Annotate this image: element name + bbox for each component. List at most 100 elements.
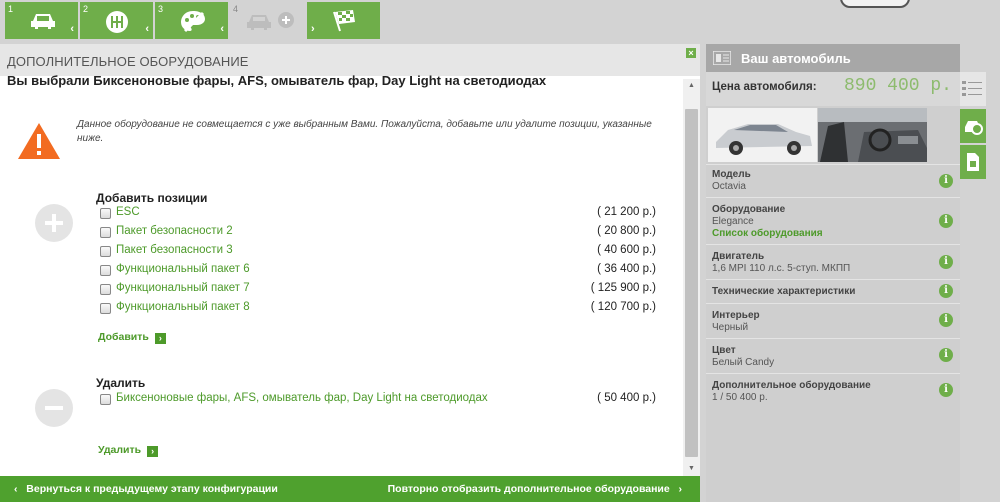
selected-equipment-text: Вы выбрали Биксеноновые фары, AFS, омыва…: [7, 73, 547, 88]
spec-value: Белый Candy: [712, 357, 775, 368]
scroll-up-icon[interactable]: ▲: [683, 79, 700, 93]
step-tab-2[interactable]: 2 ‹: [80, 2, 153, 39]
spec-key: Модель: [712, 169, 751, 180]
add-plus-icon: [35, 204, 73, 242]
scrollbar[interactable]: ▲ ▼: [683, 79, 700, 476]
top-pill-button[interactable]: [840, 0, 910, 8]
spec-value: 1 / 50 400 р.: [712, 392, 768, 403]
info-icon[interactable]: i: [939, 174, 953, 188]
info-icon[interactable]: i: [939, 383, 953, 397]
chevron-left-icon: ‹: [14, 483, 18, 495]
chevron-left-icon: ‹: [220, 23, 224, 35]
option-label[interactable]: Функциональный пакет 8: [116, 301, 250, 313]
info-icon[interactable]: i: [939, 348, 953, 362]
option-price: ( 20 800 р.): [597, 225, 656, 237]
close-icon[interactable]: ×: [686, 48, 696, 58]
option-price: ( 50 400 р.): [597, 392, 656, 404]
add-option-row[interactable]: Функциональный пакет 6 ( 36 400 р.): [100, 263, 660, 279]
spec-key: Дополнительное оборудование: [712, 380, 871, 391]
info-icon[interactable]: i: [939, 284, 953, 298]
spec-value: Черный: [712, 322, 749, 333]
step-tab-1[interactable]: 1 ‹: [5, 2, 78, 39]
summary-list-button[interactable]: [960, 72, 986, 106]
option-price: ( 40 600 р.): [597, 244, 656, 256]
step-tab-5[interactable]: ›: [307, 2, 380, 39]
car-exterior-image[interactable]: [708, 108, 817, 162]
equipment-conflict-panel: ДОПОЛНИТЕЛЬНОЕ ОБОРУДОВАНИЕ × Вы выбрали…: [0, 44, 700, 476]
option-checkbox[interactable]: [100, 227, 111, 238]
option-label[interactable]: Пакет безопасности 3: [116, 244, 233, 256]
panel-header: ДОПОЛНИТЕЛЬНОЕ ОБОРУДОВАНИЕ ×: [0, 44, 700, 76]
equipment-list-link[interactable]: Список оборудования: [712, 228, 823, 239]
car-interior-image[interactable]: [818, 108, 927, 162]
info-icon[interactable]: i: [939, 255, 953, 269]
add-option-row[interactable]: Функциональный пакет 8 ( 120 700 р.): [100, 301, 660, 317]
option-price: ( 21 200 р.): [597, 206, 656, 218]
spec-engine: Двигатель 1,6 MPI 110 л.с. 5-ступ. МКПП …: [706, 244, 960, 279]
option-checkbox[interactable]: [100, 394, 111, 405]
add-button[interactable]: Добавить ›: [98, 331, 166, 344]
option-label[interactable]: ESC: [116, 206, 140, 218]
spec-model: Модель Octavia i: [706, 164, 960, 197]
conflict-warning-text: Данное оборудование не совмещается с уже…: [77, 119, 652, 144]
option-label[interactable]: Биксеноновые фары, AFS, омыватель фар, D…: [116, 392, 488, 404]
step-tab-4: 4: [230, 2, 303, 39]
spec-key: Цвет: [712, 345, 736, 356]
add-section-title: Добавить позиции: [96, 191, 208, 205]
scrollbar-thumb[interactable]: [685, 109, 698, 457]
step-tab-3[interactable]: 3 ‹: [155, 2, 228, 39]
back-button-label: Вернуться к предыдущему этапу конфигурац…: [26, 483, 278, 495]
spec-key: Интерьер: [712, 310, 760, 321]
spec-key: Оборудование: [712, 204, 786, 215]
option-label[interactable]: Пакет безопасности 2: [116, 225, 233, 237]
option-price: ( 36 400 р.): [597, 263, 656, 275]
step-number: 4: [233, 4, 239, 14]
scroll-down-icon[interactable]: ▼: [683, 462, 700, 476]
option-checkbox[interactable]: [100, 208, 111, 219]
gearbox-icon: [104, 9, 130, 40]
checkered-flag-icon: [331, 9, 357, 38]
option-checkbox[interactable]: [100, 303, 111, 314]
spec-extra-equipment: Дополнительное оборудование 1 / 50 400 р…: [706, 373, 960, 408]
sidebar-header: Ваш автомобиль: [706, 44, 960, 72]
step-number: 2: [83, 4, 89, 14]
forward-button[interactable]: Повторно отобразить дополнительное обору…: [388, 483, 682, 495]
step-number: 1: [8, 4, 14, 14]
chevron-right-icon: ›: [678, 483, 683, 495]
option-label[interactable]: Функциональный пакет 7: [116, 282, 250, 294]
info-icon[interactable]: i: [939, 214, 953, 228]
step-tabs: 1 ‹ 2 ‹ 3 ‹ 4 ›: [0, 0, 1000, 40]
remove-button[interactable]: Удалить ›: [98, 444, 159, 457]
test-drive-button[interactable]: [960, 109, 986, 143]
chevron-right-icon: ›: [311, 23, 315, 35]
document-button[interactable]: [960, 145, 986, 179]
option-checkbox[interactable]: [100, 284, 111, 295]
back-button[interactable]: ‹ Вернуться к предыдущему этапу конфигур…: [14, 483, 278, 495]
add-button-label: Добавить: [98, 331, 149, 343]
chevron-right-icon: ›: [154, 333, 166, 344]
remove-option-row[interactable]: Биксеноновые фары, AFS, омыватель фар, D…: [100, 392, 660, 408]
spec-value: Elegance: [712, 216, 754, 227]
palette-icon: [179, 9, 207, 40]
add-option-row[interactable]: Функциональный пакет 7 ( 125 900 р.): [100, 282, 660, 298]
add-option-row[interactable]: Пакет безопасности 3 ( 40 600 р.): [100, 244, 660, 260]
option-label[interactable]: Функциональный пакет 6: [116, 263, 250, 275]
info-icon[interactable]: i: [939, 313, 953, 327]
chevron-left-icon: ‹: [145, 23, 149, 35]
car-steering-icon: [963, 117, 983, 140]
price-label: Цена автомобиля:: [712, 81, 817, 93]
spec-technical: Технические характеристики i: [706, 279, 960, 303]
car-price-row: Цена автомобиля: 890 400 р.: [706, 72, 960, 106]
option-checkbox[interactable]: [100, 265, 111, 276]
add-option-row[interactable]: ESC ( 21 200 р.): [100, 206, 660, 222]
option-checkbox[interactable]: [100, 246, 111, 257]
add-option-row[interactable]: Пакет безопасности 2 ( 20 800 р.): [100, 225, 660, 241]
car-icon: [29, 9, 57, 36]
spec-color: Цвет Белый Candy i: [706, 338, 960, 373]
remove-section-title: Удалить: [96, 376, 146, 390]
remove-minus-icon: [35, 389, 73, 427]
list-icon: [962, 80, 982, 103]
document-icon: [965, 153, 981, 176]
panel-title: ДОПОЛНИТЕЛЬНОЕ ОБОРУДОВАНИЕ: [7, 54, 249, 69]
spec-value: 1,6 MPI 110 л.с. 5-ступ. МКПП: [712, 263, 851, 274]
